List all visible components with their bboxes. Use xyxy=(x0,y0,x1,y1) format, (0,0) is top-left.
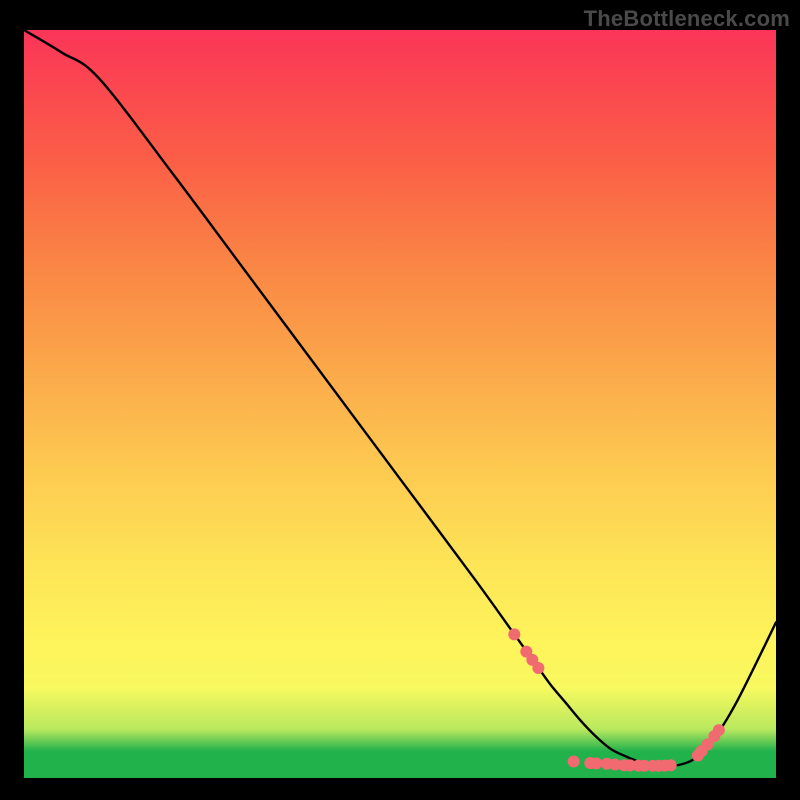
chart-stage: TheBottleneck.com xyxy=(0,0,800,800)
highlight-dot xyxy=(508,628,520,640)
plot-area xyxy=(24,30,776,778)
highlight-dot xyxy=(532,662,544,674)
highlight-dot xyxy=(665,759,677,771)
highlighted-range-dots xyxy=(24,30,776,778)
highlight-dot xyxy=(568,756,580,768)
watermark-text: TheBottleneck.com xyxy=(584,6,790,32)
highlight-dot xyxy=(590,757,602,769)
highlight-dot xyxy=(713,724,725,736)
